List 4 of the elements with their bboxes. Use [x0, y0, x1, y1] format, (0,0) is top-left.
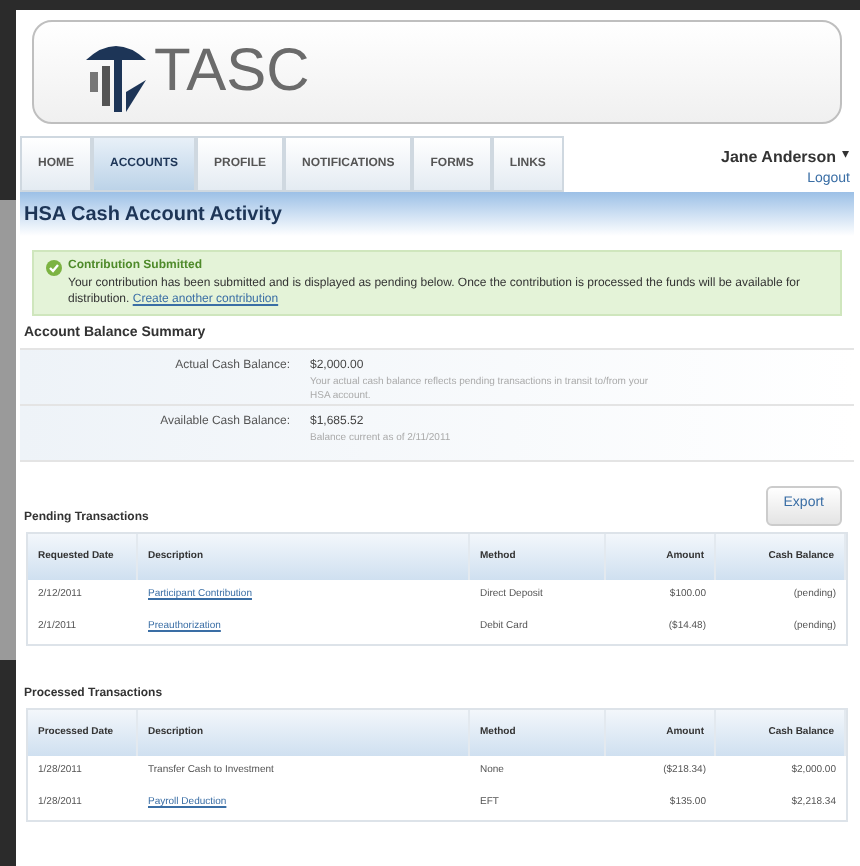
page-title: HSA Cash Account Activity: [20, 192, 854, 236]
check-icon: [46, 259, 62, 275]
user-name[interactable]: Jane Anderson: [721, 145, 836, 169]
logo-text: TASC: [154, 42, 310, 102]
